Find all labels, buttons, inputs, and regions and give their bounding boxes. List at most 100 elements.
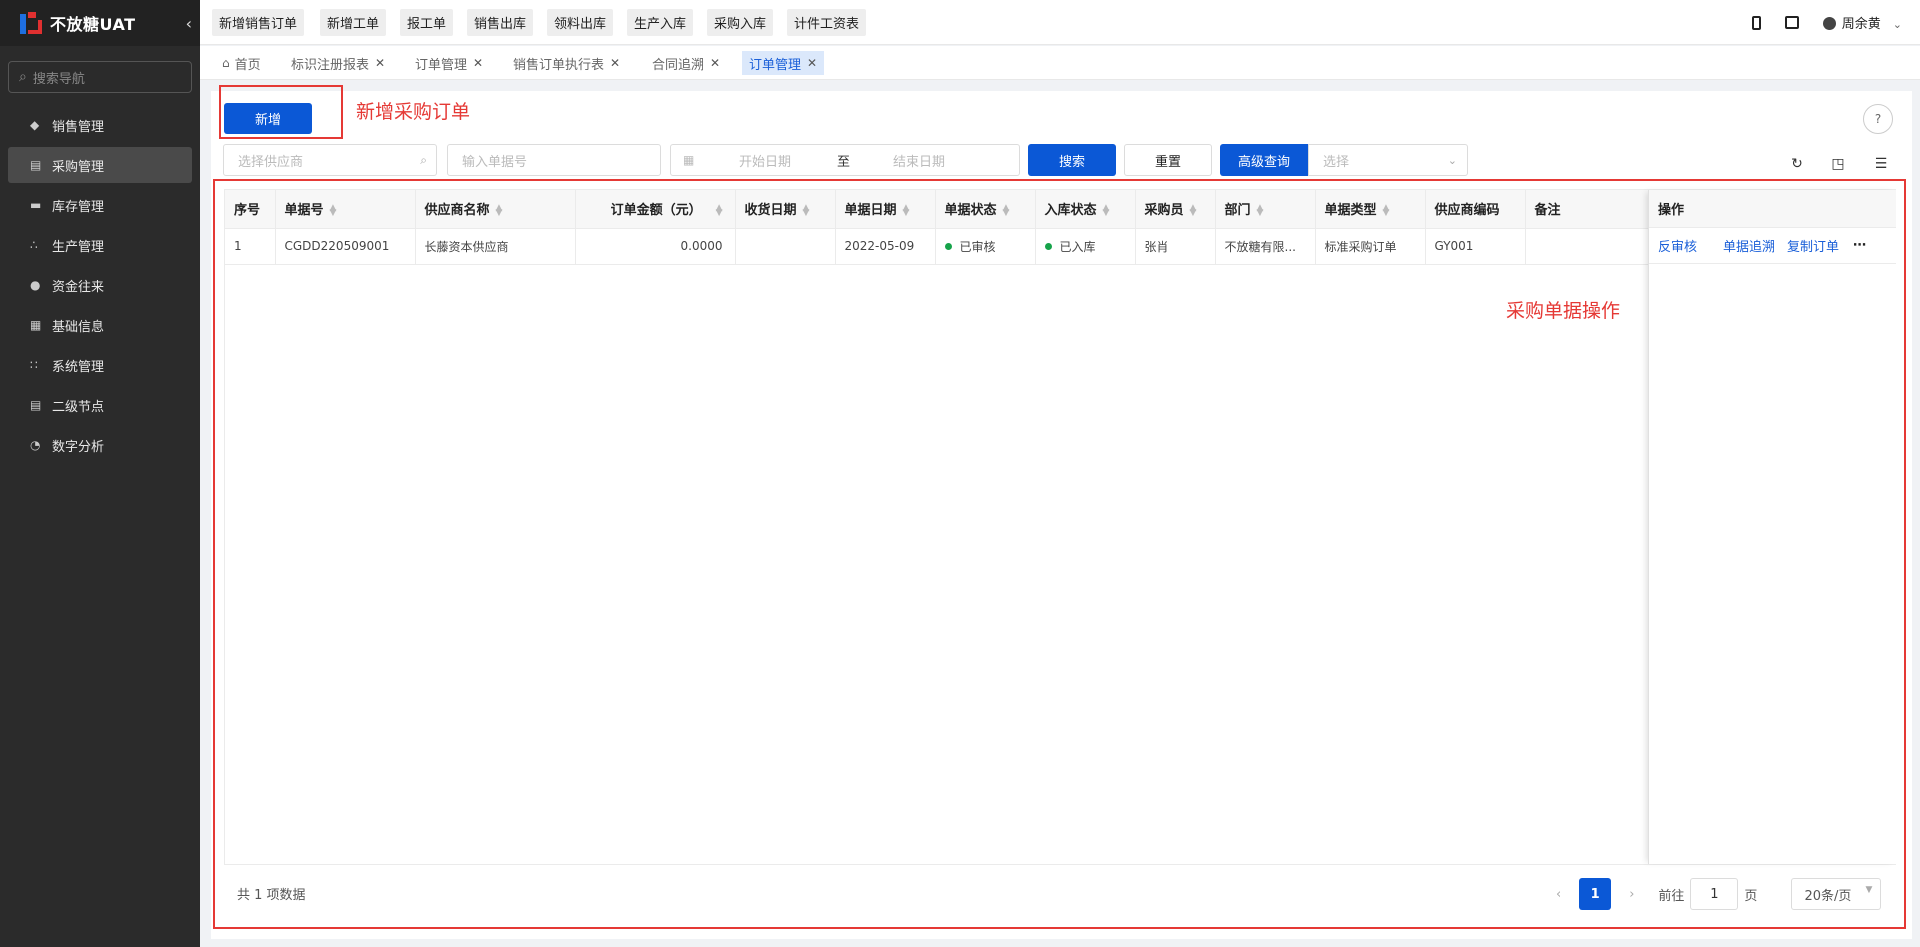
user-menu[interactable]: 周余黄 ⌄ [1822,13,1902,32]
tab-sales-order-execution[interactable]: 销售订单执行表 ✕ [506,51,627,75]
quick-material-outbound[interactable]: 领料出库 [547,9,614,36]
logo-icon [20,12,42,34]
sidebar-item-production[interactable]: ∴ 生产管理 [8,227,192,263]
search-button[interactable]: 搜索 [1028,144,1116,176]
col-doc-type[interactable]: 单据类型 ▲ ▼ [1315,190,1426,229]
sort-icon[interactable]: ▲ ▼ [496,203,503,217]
close-icon[interactable]: ✕ [375,56,385,70]
dashboard-icon[interactable] [1784,16,1799,29]
fullscreen-icon[interactable]: ◳ [1831,157,1845,171]
sort-icon[interactable]: ▲ ▼ [1190,203,1197,217]
col-receive-date[interactable]: 收货日期 ▲ ▼ [735,190,836,229]
cell-department: 不放糖有限... [1215,228,1316,265]
advanced-search-button[interactable]: 高级查询 [1220,144,1308,176]
row-actions: 反审核 单据追溯 复制订单 ⋯ [1649,228,1896,264]
sort-icon[interactable]: ▲ ▼ [1003,203,1010,217]
end-date-placeholder: 结束日期 [893,154,946,170]
close-icon[interactable]: ✕ [710,56,720,70]
cell-index: 1 [225,228,276,265]
next-page-icon[interactable]: › [1629,887,1634,902]
quick-work-report[interactable]: 报工单 [400,9,454,36]
col-doc-date[interactable]: 单据日期 ▲ ▼ [835,190,936,229]
close-icon[interactable]: ✕ [473,56,483,70]
new-button[interactable]: 新增 [224,103,312,134]
sort-icon[interactable]: ▲ ▼ [1257,203,1264,217]
column-settings-icon[interactable]: ☰ [1874,157,1888,171]
tab-label: 标识注册报表 [291,57,370,73]
close-icon[interactable]: ✕ [610,56,620,70]
sort-icon[interactable]: ▲ ▼ [1103,203,1110,217]
actions-column: 操作 反审核 单据追溯 复制订单 ⋯ [1648,190,1896,864]
goto-page-input[interactable]: 1 [1690,878,1739,910]
col-buyer[interactable]: 采购员 ▲ ▼ [1135,190,1216,229]
total-count: 共 1 项数据 [237,888,306,903]
quick-purchase-inbound[interactable]: 采购入库 [707,9,774,36]
table-header-row: 序号 单据号 ▲ ▼ 供应商名称 ▲ ▼ 订单金额（元） ▲ ▼ 收货日期 ▲ ▼ 单据日期 ▲ ▼… [225,190,1716,229]
sort-icon[interactable]: ▲ ▼ [903,203,910,217]
sort-icon[interactable]: ▲ ▼ [1383,203,1390,217]
page-1-button[interactable]: 1 [1579,878,1612,910]
app-logo[interactable]: 不放糖UAT ‹ [0,0,200,46]
tab-order-management-active[interactable]: 订单管理 ✕ [742,51,825,75]
page-size-select[interactable]: 20条/页 ▼ [1791,878,1882,910]
sidebar-item-label: 数字分析 [52,439,105,455]
sort-icon[interactable]: ▲ ▼ [803,203,810,217]
order-number-input[interactable]: 输入单据号 [447,144,661,176]
sidebar-item-analytics[interactable]: ◔ 数字分析 [8,427,192,463]
quick-sales-outbound[interactable]: 销售出库 [467,9,534,36]
tab-id-registration-report[interactable]: 标识注册报表 ✕ [284,51,392,75]
col-order-no[interactable]: 单据号 ▲ ▼ [275,190,416,229]
quick-piece-wage-table[interactable]: 计件工资表 [787,9,867,36]
sort-icon[interactable]: ▲ ▼ [716,203,723,217]
sidebar-item-funds[interactable]: ● 资金往来 [8,267,192,303]
quick-new-work-order[interactable]: 新增工单 [320,9,387,36]
tab-order-management[interactable]: 订单管理 ✕ [408,51,490,75]
advanced-select[interactable]: 选择 ⌄ [1308,144,1468,176]
tab-contract-trace[interactable]: 合同追溯 ✕ [645,51,727,75]
col-supplier-name[interactable]: 供应商名称 ▲ ▼ [415,190,576,229]
tab-label: 合同追溯 [652,57,705,73]
collapse-sidebar-icon[interactable]: ‹ [186,14,192,33]
nav-search-placeholder: 搜索导航 [32,71,85,87]
sidebar-item-basic-info[interactable]: ▦ 基础信息 [8,307,192,343]
cell-doc-status: 已审核 [935,228,1036,265]
sort-icon[interactable]: ▲ ▼ [330,203,337,217]
col-inbound-status[interactable]: 入库状态 ▲ ▼ [1035,190,1136,229]
cell-supplier-name: 长藤资本供应商 [415,228,576,265]
sidebar-item-sales[interactable]: ◆ 销售管理 [8,107,192,143]
more-icon[interactable]: ⋯ [1853,238,1867,253]
prev-page-icon[interactable]: ‹ [1556,887,1561,902]
unapprove-link[interactable]: 反审核 [1658,236,1697,255]
col-actions: 操作 [1649,190,1896,228]
trace-document-link[interactable]: 单据追溯 [1723,236,1775,255]
advanced-select-placeholder: 选择 [1323,154,1350,170]
sidebar-item-label: 资金往来 [52,279,105,295]
refresh-icon[interactable]: ↻ [1790,157,1804,171]
supplier-select[interactable]: 选择供应商 ⌕ [223,144,437,176]
cell-amount: 0.0000 [575,228,736,265]
table-row[interactable]: 1 CGDD220509001 长藤资本供应商 0.0000 2022-05-0… [225,228,1716,265]
user-name: 周余黄 [1841,17,1881,32]
sidebar-item-inventory[interactable]: ▬ 库存管理 [8,187,192,223]
reset-button[interactable]: 重置 [1124,144,1212,176]
mobile-icon[interactable] [1751,15,1761,30]
money-icon: ● [30,278,41,292]
date-range-picker[interactable]: ▦ 开始日期 至 结束日期 [670,144,1020,176]
col-supplier-code: 供应商编码 [1425,190,1526,229]
sidebar-item-secondary-node[interactable]: ▤ 二级节点 [8,387,192,423]
quick-new-sales-order[interactable]: 新增销售订单 [212,9,305,36]
sidebar-item-system[interactable]: ∷ 系统管理 [8,347,192,383]
cell-doc-type: 标准采购订单 [1315,228,1426,265]
col-department[interactable]: 部门 ▲ ▼ [1215,190,1316,229]
grid-icon: ▦ [30,318,42,332]
close-icon[interactable]: ✕ [807,56,817,70]
copy-order-link[interactable]: 复制订单 [1787,236,1839,255]
sidebar-item-purchase[interactable]: ▤ 采购管理 [8,147,192,183]
help-icon[interactable]: ? [1863,104,1893,134]
tab-home[interactable]: ⌂ 首页 [215,51,268,75]
col-doc-status[interactable]: 单据状态 ▲ ▼ [935,190,1036,229]
col-amount[interactable]: 订单金额（元） ▲ ▼ [575,190,736,229]
quick-production-inbound[interactable]: 生产入库 [627,9,694,36]
status-dot [1044,242,1052,250]
nav-search-input[interactable]: ⌕ 搜索导航 [8,61,192,93]
